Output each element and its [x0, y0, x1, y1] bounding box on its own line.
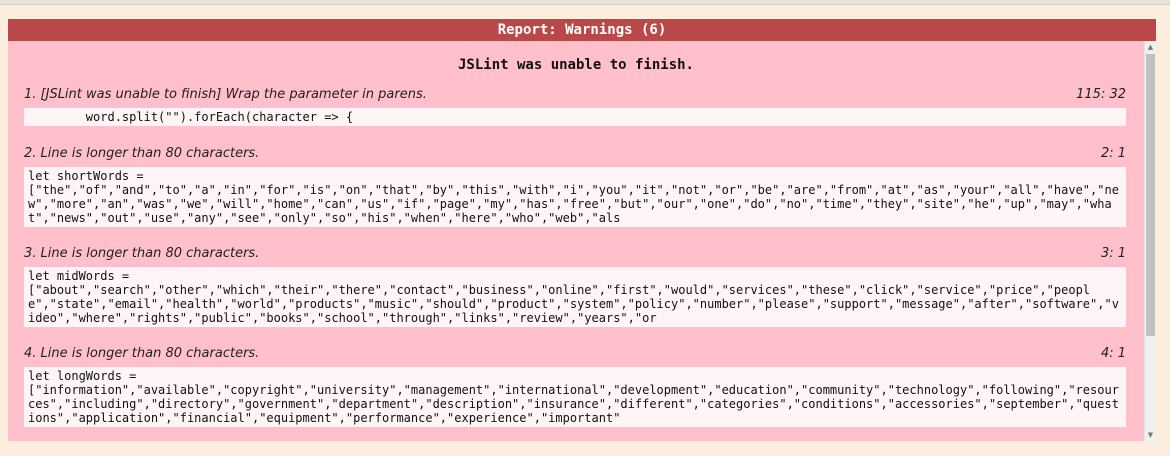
warning-position: 2: 1: [1100, 146, 1126, 161]
warning-header: 2. Line is longer than 80 characters. 2:…: [24, 145, 1126, 163]
warning-code: word.split("").forEach(character => {: [24, 108, 1126, 126]
warning-message: 3. Line is longer than 80 characters.: [24, 246, 260, 261]
warning-message: 2. Line is longer than 80 characters.: [24, 146, 260, 161]
scrollbar-thumb[interactable]: [1146, 54, 1155, 336]
report-title: JSLint was unable to finish.: [457, 57, 694, 73]
vertical-scrollbar[interactable]: ▲ ▼: [1144, 41, 1156, 441]
warning-header: 4. Line is longer than 80 characters. 4:…: [24, 345, 1126, 363]
warning-code: let midWords = ["about","search","other"…: [24, 267, 1126, 327]
warning-item: 4. Line is longer than 80 characters. 4:…: [24, 345, 1126, 427]
warning-message: 4. Line is longer than 80 characters.: [24, 346, 260, 361]
warning-position: 4: 1: [1100, 346, 1126, 361]
report-header[interactable]: Report: Warnings (6): [8, 19, 1156, 41]
warning-position: 115: 32: [1076, 87, 1126, 102]
warning-position: 3: 1: [1100, 246, 1126, 261]
warnings-report-panel: Report: Warnings (6) JSLint was unable t…: [8, 19, 1156, 441]
warning-item: 2. Line is longer than 80 characters. 2:…: [24, 145, 1126, 227]
warning-code: let longWords = ["information","availabl…: [24, 367, 1126, 427]
scroll-up-arrow-icon[interactable]: ▲: [1145, 41, 1156, 53]
warning-item: 1. [JSLint was unable to finish] Wrap th…: [24, 86, 1126, 126]
report-body: JSLint was unable to finish. 1. [JSLint …: [8, 41, 1144, 441]
top-border-line: [0, 4, 1170, 5]
warning-item: 3. Line is longer than 80 characters. 3:…: [24, 245, 1126, 327]
warning-code: let shortWords = ["the","of","and","to",…: [24, 167, 1126, 227]
warning-header: 1. [JSLint was unable to finish] Wrap th…: [24, 86, 1126, 104]
scroll-down-arrow-icon[interactable]: ▼: [1145, 429, 1156, 441]
warning-message: 1. [JSLint was unable to finish] Wrap th…: [24, 87, 427, 102]
warning-header: 3. Line is longer than 80 characters. 3:…: [24, 245, 1126, 263]
